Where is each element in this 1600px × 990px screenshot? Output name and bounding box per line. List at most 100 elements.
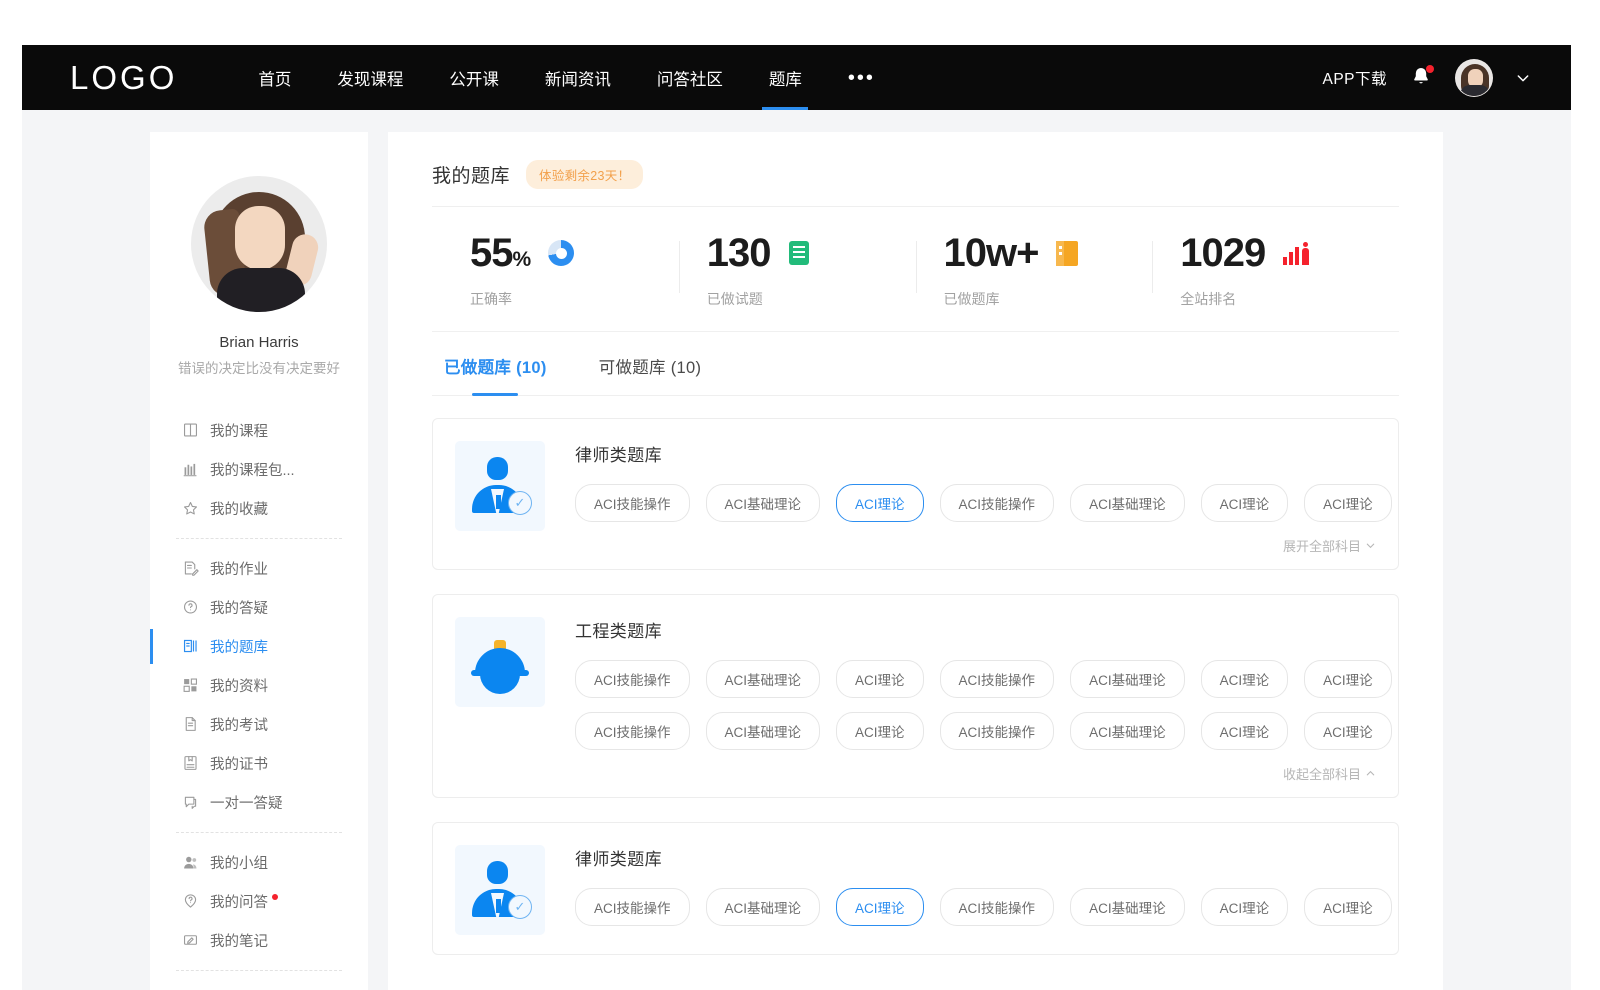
stat-number: 130 <box>707 231 771 275</box>
sidebar-item-points[interactable]: 我的积分 <box>164 981 354 990</box>
tab-0[interactable]: 已做题库 (10) <box>444 354 547 395</box>
sidebar-item-label: 我的课程包... <box>210 459 295 480</box>
stat-value-row: 1029 <box>1180 233 1389 273</box>
files-icon <box>182 677 199 694</box>
subject-tag[interactable]: ACI理论 <box>1201 888 1289 926</box>
nav-item-5[interactable]: 题库 <box>746 45 825 110</box>
subject-tag[interactable]: ACI基础理论 <box>1070 484 1185 522</box>
notification-bell-icon[interactable] <box>1409 65 1433 91</box>
nav-more-icon[interactable]: ••• <box>825 45 898 110</box>
card-title: 律师类题库 <box>575 845 1376 870</box>
nav-item-3[interactable]: 新闻资讯 <box>522 45 634 110</box>
app-download-link[interactable]: APP下载 <box>1322 67 1387 89</box>
sidebar-item-question-circle[interactable]: 我的答疑 <box>164 588 354 627</box>
nav-item-4[interactable]: 问答社区 <box>634 45 746 110</box>
sidebar-item-label: 我的答疑 <box>210 597 268 618</box>
stat-number: 1029 <box>1180 231 1265 275</box>
sidebar-item-exam[interactable]: 我的考试 <box>164 705 354 744</box>
subject-tag[interactable]: ACI技能操作 <box>940 888 1055 926</box>
subject-tag[interactable]: ACI理论 <box>836 660 924 698</box>
photo-body <box>217 268 305 312</box>
sidebar-item-files[interactable]: 我的资料 <box>164 666 354 705</box>
sidebar-menu: 我的课程我的课程包... 我的收藏我的作业我的答疑我的题库我的资料我的考试我的证书… <box>150 407 368 990</box>
subject-tag[interactable]: ACI技能操作 <box>575 484 690 522</box>
subject-tag[interactable]: ACI理论 <box>1304 484 1392 522</box>
sidebar-item-package[interactable]: 我的课程包... <box>164 450 354 489</box>
sidebar-item-star[interactable]: 我的收藏 <box>164 489 354 528</box>
avatar-body <box>1460 85 1490 96</box>
toggle-subjects-link[interactable]: 展开全部科目 <box>1283 536 1376 555</box>
subject-tag[interactable]: ACI理论 <box>1304 888 1392 926</box>
card-footer: 展开全部科目 <box>575 536 1376 555</box>
sidebar-item-question-bank[interactable]: 我的题库 <box>164 627 354 666</box>
chat-icon <box>182 794 199 811</box>
question-bank-card[interactable]: 工程类题库ACI技能操作ACI基础理论ACI理论ACI技能操作ACI基础理论AC… <box>432 594 1399 798</box>
subject-tag[interactable]: ACI技能操作 <box>940 712 1055 750</box>
subject-tag[interactable]: ACI基础理论 <box>706 888 821 926</box>
subject-tag[interactable]: ACI理论 <box>1304 660 1392 698</box>
sidebar-item-book[interactable]: 我的课程 <box>164 411 354 450</box>
subject-tag[interactable]: ACI基础理论 <box>1070 888 1185 926</box>
subject-tag[interactable]: ACI技能操作 <box>940 660 1055 698</box>
subject-tag[interactable]: ACI技能操作 <box>575 660 690 698</box>
stat-value: 130 <box>707 233 771 273</box>
subject-tag[interactable]: ACI技能操作 <box>940 484 1055 522</box>
tag-row: ACI技能操作ACI基础理论ACI理论ACI技能操作ACI基础理论ACI理论AC… <box>575 712 1376 750</box>
sidebar-item-label: 我的收藏 <box>210 498 268 519</box>
sidebar-item-group[interactable]: 我的小组 <box>164 843 354 882</box>
question-bank-card[interactable]: ✓律师类题库ACI技能操作ACI基础理论ACI理论ACI技能操作ACI基础理论A… <box>432 418 1399 570</box>
question-bank-card[interactable]: ✓ 律师类题库 ACI技能操作 ACI基础理论 ACI理论 ACI技能操作 ACI基础理论 A… <box>432 822 1399 955</box>
question-bank-list: ✓ 律师类题库 ACI技能操作 ACI基础理论 ACI理论 ACI技能操作 ACI基础理论 A… <box>432 396 1399 955</box>
star-icon <box>182 500 199 517</box>
subject-tag[interactable]: ACI理论 <box>836 888 924 926</box>
nav-item-2[interactable]: 公开课 <box>426 45 522 110</box>
card-body: 律师类题库ACI技能操作ACI基础理论ACI理论ACI技能操作ACI基础理论AC… <box>575 441 1376 555</box>
stat-value: 1029 <box>1180 233 1265 273</box>
sidebar-item-label: 我的小组 <box>210 852 268 873</box>
notification-badge-dot <box>1426 65 1434 73</box>
main-nav-links: 首页发现课程公开课新闻资讯问答社区题库••• <box>235 45 898 110</box>
subject-tag[interactable]: ACI基础理论 <box>1070 660 1185 698</box>
subject-tag[interactable]: ACI技能操作 <box>575 888 690 926</box>
tab-1[interactable]: 可做题库 (10) <box>599 354 702 395</box>
stats-row: 55%正确率130已做试题10w+已做题库1029全站排名 <box>432 207 1399 332</box>
sidebar-divider <box>176 970 342 971</box>
subject-tag[interactable]: ACI基础理论 <box>706 660 821 698</box>
profile-name: Brian Harris <box>164 334 354 351</box>
toggle-subjects-link[interactable]: 收起全部科目 <box>1283 764 1376 783</box>
subject-tag[interactable]: ACI基础理论 <box>706 712 821 750</box>
subject-tag[interactable]: ACI理论 <box>836 484 924 522</box>
lawyer-icon: ✓ <box>455 441 545 531</box>
sidebar-item-note[interactable]: 我的笔记 <box>164 921 354 960</box>
user-avatar[interactable] <box>1455 59 1493 97</box>
page-title: 我的题库 <box>432 161 510 188</box>
sidebar-item-label: 我的资料 <box>210 675 268 696</box>
nav-item-1[interactable]: 发现课程 <box>314 45 426 110</box>
subject-tag[interactable]: ACI理论 <box>836 712 924 750</box>
subject-tag[interactable]: ACI理论 <box>1304 712 1392 750</box>
card-body: 工程类题库ACI技能操作ACI基础理论ACI理论ACI技能操作ACI基础理论AC… <box>575 617 1376 783</box>
subject-tag[interactable]: ACI技能操作 <box>575 712 690 750</box>
site-logo[interactable]: LOGO <box>70 61 177 94</box>
subject-tag[interactable]: ACI理论 <box>1201 712 1289 750</box>
sidebar-item-qa[interactable]: 我的问答 <box>164 882 354 921</box>
tag-row: ACI技能操作ACI基础理论ACI理论ACI技能操作ACI基础理论ACI理论AC… <box>575 888 1376 926</box>
card-footer: 收起全部科目 <box>575 764 1376 783</box>
content-tabs: 已做题库 (10) 可做题库 (10) <box>432 332 1399 396</box>
subject-tag[interactable]: ACI基础理论 <box>706 484 821 522</box>
chevron-down-icon[interactable] <box>1515 70 1531 86</box>
nav-item-0[interactable]: 首页 <box>235 45 314 110</box>
lawyer-icon: ✓ <box>455 845 545 935</box>
stat-value-row: 130 <box>707 233 916 273</box>
sidebar-item-label: 我的题库 <box>210 636 268 657</box>
stat-value: 10w+ <box>944 233 1039 273</box>
sidebar-item-chat[interactable]: 一对一答疑 <box>164 783 354 822</box>
sidebar-item-homework[interactable]: 我的作业 <box>164 549 354 588</box>
card-body: 律师类题库 ACI技能操作 ACI基础理论 ACI理论 ACI技能操作 ACI基础理论 AC… <box>575 845 1376 940</box>
stat-number: 55 <box>470 231 513 275</box>
body-area: Brian Harris 错误的决定比没有决定要好 我的课程我的课程包...我的… <box>22 110 1571 990</box>
subject-tag[interactable]: ACI理论 <box>1201 660 1289 698</box>
subject-tag[interactable]: ACI理论 <box>1201 484 1289 522</box>
sidebar-item-certificate[interactable]: 我的证书 <box>164 744 354 783</box>
subject-tag[interactable]: ACI基础理论 <box>1070 712 1185 750</box>
